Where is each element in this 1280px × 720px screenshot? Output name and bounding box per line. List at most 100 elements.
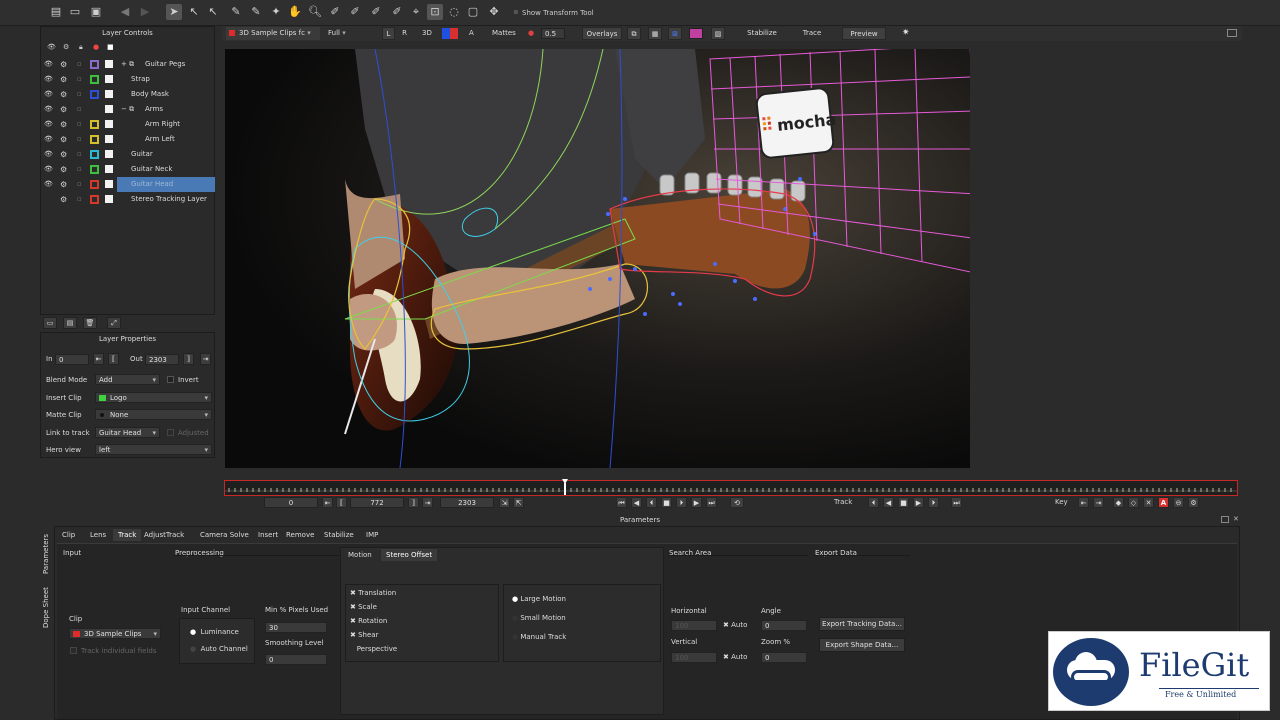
matte-box-icon[interactable] [105, 120, 113, 128]
bspline-plus-icon[interactable]: ✐ [389, 4, 405, 20]
right-view-button[interactable]: R [398, 27, 411, 40]
gear-icon[interactable]: ⚙ [60, 147, 70, 162]
delete-layer-icon[interactable]: 🗑︎ [83, 317, 97, 329]
track-forward-button[interactable]: ▶ [913, 497, 924, 508]
mask-icon[interactable]: ▨ [711, 27, 725, 40]
tab-lens[interactable]: Lens [85, 529, 111, 541]
alpha-button[interactable]: A [469, 27, 474, 40]
set-in-button[interactable]: ⇤ [93, 353, 104, 365]
move-icon[interactable]: ✥ [486, 4, 502, 20]
export-shape-button[interactable]: Export Shape Data... [819, 638, 905, 652]
matte-box-icon[interactable] [105, 105, 113, 113]
layer-row[interactable]: 👁︎ ⚙ ▫ Arm Left [41, 132, 215, 147]
visibility-icon[interactable]: 👁︎ [44, 57, 54, 72]
goto-out-point-button[interactable]: ⟧ [408, 497, 419, 508]
mattes-color-icon[interactable]: ● [528, 27, 534, 40]
lock-icon[interactable]: ▫ [77, 177, 85, 192]
stop-button[interactable]: ■ [661, 497, 672, 508]
goto-in-point-button[interactable]: ⟦ [336, 497, 347, 508]
insert-clip-select[interactable]: Logo [95, 392, 212, 403]
layer-color-icon[interactable] [90, 90, 99, 99]
key-lock-button[interactable]: ⊖ [1173, 497, 1184, 508]
clip-select[interactable]: 3D Sample Clips fc ▾ [226, 27, 320, 40]
expand-icon[interactable]: + ⧉ [121, 57, 134, 72]
pin-icon[interactable]: ⌖ [408, 4, 424, 20]
motion-check-translation[interactable]: ✖ Translation [350, 589, 396, 597]
visibility-icon[interactable]: 👁︎ [44, 72, 54, 87]
layer-color-icon[interactable] [90, 180, 99, 189]
play-backward-button[interactable]: ◀ [631, 497, 642, 508]
lock-icon[interactable]: ▫ [77, 57, 85, 72]
vertical-field[interactable]: 100 [671, 652, 717, 663]
blend-mode-select[interactable]: Add [95, 374, 160, 385]
layer-color-icon[interactable] [90, 135, 99, 144]
open-icon[interactable]: ▭ [67, 4, 83, 20]
matte-box-icon[interactable] [105, 135, 113, 143]
play-forward-button[interactable]: ▶ [691, 497, 702, 508]
track-stop-button[interactable]: ■ [898, 497, 909, 508]
viewer-canvas[interactable]: mocha [225, 49, 970, 468]
pen-x-icon[interactable]: ✎ [228, 4, 244, 20]
horizontal-field[interactable]: 100 [671, 620, 717, 631]
layer-row[interactable]: 👁︎ ⚙ ▫ + ⧉ Guitar Pegs [41, 57, 215, 72]
current-frame-field[interactable]: 772 [350, 497, 404, 508]
layer-color-icon[interactable] [90, 195, 99, 204]
layer-row[interactable]: 👁︎ ⚙ ▫ Guitar [41, 147, 215, 162]
preview-button[interactable]: Preview [842, 27, 886, 40]
gear-icon[interactable]: ⚙ [60, 87, 70, 102]
layer-row[interactable]: 👁︎ ⚙ ▫ Arm Right [41, 117, 215, 132]
zoom-timeline-in-icon[interactable]: ⇲ [499, 497, 510, 508]
visibility-icon[interactable]: 👁︎ [44, 147, 54, 162]
layer-color-icon[interactable] [90, 60, 99, 69]
layer-color-icon[interactable] [90, 120, 99, 129]
save-icon[interactable]: ▣ [88, 4, 104, 20]
link-to-track-select[interactable]: Guitar Head [95, 427, 160, 438]
autokey-button[interactable]: A [1158, 497, 1169, 508]
vertical-auto-check[interactable]: ✖ Auto [723, 653, 747, 661]
hero-view-select[interactable]: left [95, 444, 212, 455]
visibility-icon[interactable]: 👁︎ [44, 132, 54, 147]
visibility-icon[interactable]: 👁︎ [44, 162, 54, 177]
lock-icon[interactable]: ▫ [77, 117, 85, 132]
step-back-button[interactable]: ⏴ [646, 497, 657, 508]
quality-select[interactable]: Full ▾ [328, 27, 374, 40]
track-clip-select[interactable]: 3D Sample Clips [69, 628, 161, 639]
mattes-label[interactable]: Mattes [492, 27, 516, 40]
mattes-opacity-field[interactable]: 0.5 [541, 28, 565, 39]
out-field[interactable]: 2303 [145, 354, 179, 365]
visibility-icon[interactable]: 👁︎ [44, 177, 54, 192]
parameters-close-icon[interactable]: ✕ [1233, 515, 1239, 523]
motion-tab[interactable]: Motion [343, 549, 377, 561]
track-end-button[interactable]: ⏭ [951, 497, 962, 508]
layer-color-icon[interactable] [90, 165, 99, 174]
threed-button[interactable]: 3D [422, 27, 432, 40]
zoom-field[interactable]: 0 [761, 652, 807, 663]
layer-row[interactable]: ⚙ ▫ Stereo Tracking Layer [41, 192, 215, 207]
settings-icon[interactable]: ✷ [902, 27, 910, 40]
tab-remove[interactable]: Remove [281, 529, 319, 541]
key-options-button[interactable]: ⚙ [1188, 497, 1199, 508]
xspline-icon[interactable]: ✐ [347, 4, 363, 20]
playhead[interactable] [562, 479, 568, 497]
show-transform-label[interactable]: Show Transform Tool [522, 9, 594, 17]
lock-icon[interactable]: ▫ [77, 192, 85, 207]
lock-icon[interactable]: ⊡ [427, 4, 443, 20]
lock-icon[interactable]: ▫ [77, 132, 85, 147]
matte-box-icon[interactable] [105, 150, 113, 158]
min-pixels-field[interactable]: 30 [265, 622, 327, 633]
redo-icon[interactable]: ▶ [137, 4, 153, 20]
layer-color-icon[interactable] [90, 75, 99, 84]
overlay-opt-icon[interactable]: ⧉ [627, 27, 641, 40]
select-b-icon[interactable]: ↖ [186, 4, 202, 20]
track-backward-one-button[interactable]: ⏴ [868, 497, 879, 508]
layer-color-icon[interactable] [689, 28, 703, 39]
matte-box-icon[interactable] [105, 165, 113, 173]
delete-all-keys-button[interactable]: ✕ [1143, 497, 1154, 508]
motion-check-shear[interactable]: ✖ Shear [350, 631, 378, 639]
tab-camera-solve[interactable]: Camera Solve [195, 529, 254, 541]
gear-icon[interactable]: ⚙ [60, 102, 70, 117]
surface-icon[interactable]: ⊠ [668, 27, 682, 40]
select-i-icon[interactable]: ↖ [205, 4, 221, 20]
loop-button[interactable]: ⟲ [730, 497, 744, 508]
layer-row[interactable]: 👁︎ ⚙ ▫ Strap [41, 72, 215, 87]
